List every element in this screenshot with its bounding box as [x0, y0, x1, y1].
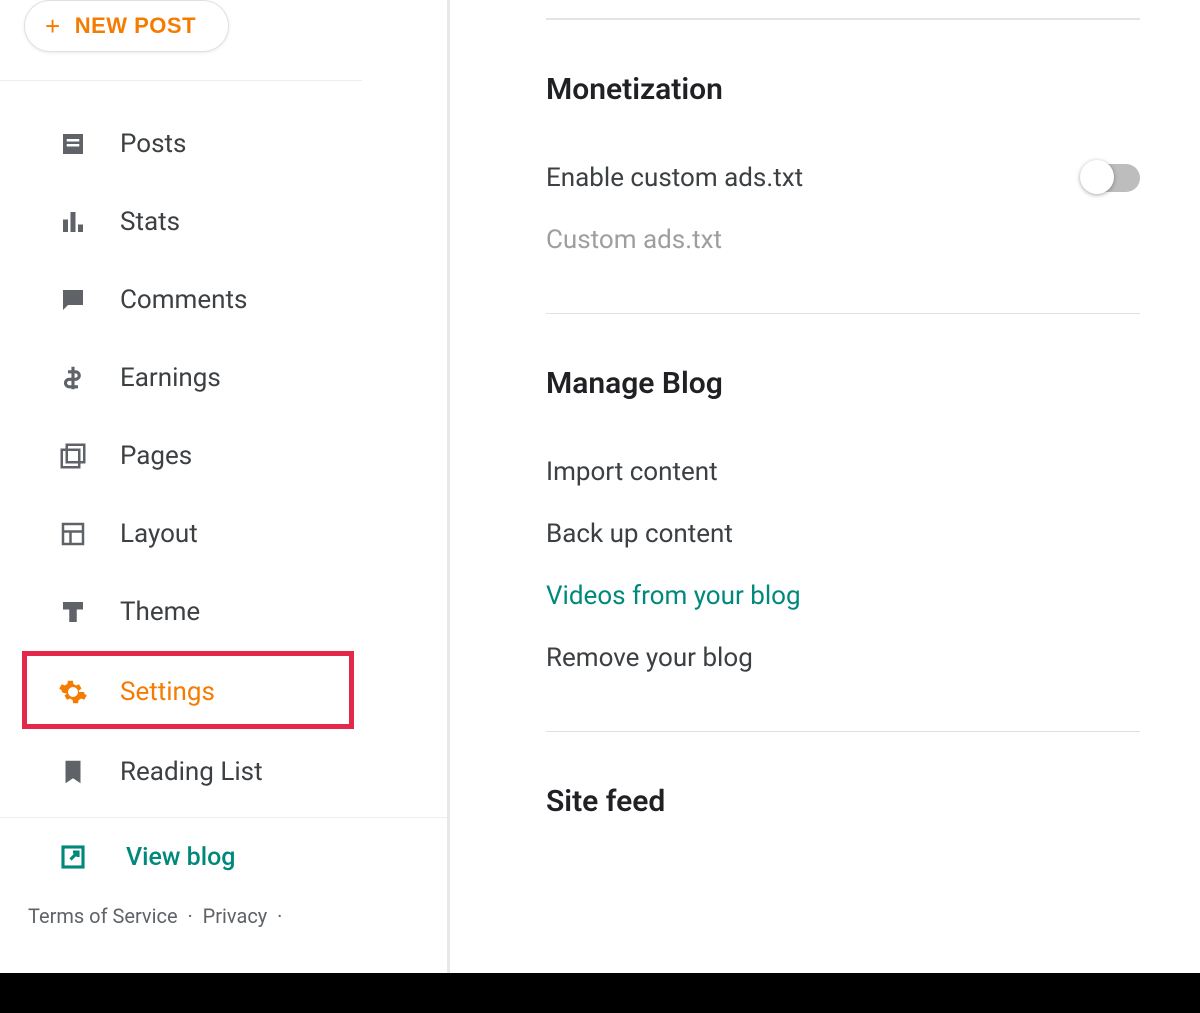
main-content: Monetization Enable custom ads.txt Custo…: [450, 0, 1200, 973]
gear-icon: [58, 677, 88, 707]
theme-icon: [58, 597, 88, 627]
terms-link[interactable]: Terms of Service: [28, 904, 178, 928]
sidebar: + NEW POST Posts Stats: [0, 0, 450, 973]
section-title-site-feed: Site feed: [546, 784, 1140, 819]
stats-icon: [58, 207, 88, 237]
monetization-section: Monetization Enable custom ads.txt Custo…: [546, 20, 1140, 314]
section-title-manage-blog: Manage Blog: [546, 366, 1140, 401]
sidebar-item-label: Layout: [120, 519, 198, 549]
sidebar-item-label: Posts: [120, 129, 186, 159]
section-title-monetization: Monetization: [546, 72, 1140, 107]
layout-icon: [58, 519, 88, 549]
external-link-icon: [58, 842, 88, 872]
sidebar-item-label: Comments: [120, 285, 247, 315]
manage-blog-section: Manage Blog Import content Back up conte…: [546, 314, 1140, 732]
sidebar-item-theme[interactable]: Theme: [0, 573, 447, 651]
bookmark-icon: [58, 757, 88, 787]
enable-custom-ads-row[interactable]: Enable custom ads.txt: [546, 147, 1140, 209]
new-post-button[interactable]: + NEW POST: [24, 0, 229, 52]
remove-blog-label: Remove your blog: [546, 643, 753, 673]
import-content-row[interactable]: Import content: [546, 441, 1140, 503]
earnings-icon: [58, 363, 88, 393]
bottom-bar: [0, 973, 1200, 1013]
sidebar-item-label: Stats: [120, 207, 180, 237]
enable-custom-ads-toggle[interactable]: [1082, 164, 1140, 192]
sidebar-footer: Terms of Service · Privacy ·: [0, 896, 447, 936]
privacy-link[interactable]: Privacy: [203, 904, 268, 928]
videos-from-blog-label: Videos from your blog: [546, 581, 801, 611]
sidebar-item-settings[interactable]: Settings: [0, 651, 447, 733]
site-feed-section: Site feed: [546, 732, 1140, 819]
plus-icon: +: [45, 13, 61, 39]
toggle-knob: [1080, 160, 1114, 194]
comments-icon: [58, 285, 88, 315]
custom-ads-label: Custom ads.txt: [546, 225, 722, 255]
sidebar-item-layout[interactable]: Layout: [0, 495, 447, 573]
sidebar-item-label: Earnings: [120, 363, 221, 393]
sidebar-item-label: Reading List: [120, 757, 263, 787]
custom-ads-row: Custom ads.txt: [546, 209, 1140, 271]
sidebar-item-label: Theme: [120, 597, 200, 627]
sidebar-item-reading-list[interactable]: Reading List: [0, 733, 447, 811]
sidebar-item-label: Settings: [120, 677, 215, 707]
sidebar-nav: Posts Stats Comments Earnings: [0, 81, 447, 811]
videos-from-blog-row[interactable]: Videos from your blog: [546, 565, 1140, 627]
sidebar-item-label: Pages: [120, 441, 192, 471]
view-blog-link[interactable]: View blog: [0, 818, 447, 896]
remove-blog-row[interactable]: Remove your blog: [546, 627, 1140, 689]
new-post-label: NEW POST: [75, 13, 196, 39]
backup-content-row[interactable]: Back up content: [546, 503, 1140, 565]
sidebar-item-comments[interactable]: Comments: [0, 261, 447, 339]
sidebar-item-posts[interactable]: Posts: [0, 105, 447, 183]
backup-content-label: Back up content: [546, 519, 733, 549]
view-blog-label: View blog: [126, 843, 235, 872]
sidebar-item-earnings[interactable]: Earnings: [0, 339, 447, 417]
enable-custom-ads-label: Enable custom ads.txt: [546, 163, 803, 193]
import-content-label: Import content: [546, 457, 718, 487]
posts-icon: [58, 129, 88, 159]
pages-icon: [58, 441, 88, 471]
sidebar-item-pages[interactable]: Pages: [0, 417, 447, 495]
sidebar-item-stats[interactable]: Stats: [0, 183, 447, 261]
